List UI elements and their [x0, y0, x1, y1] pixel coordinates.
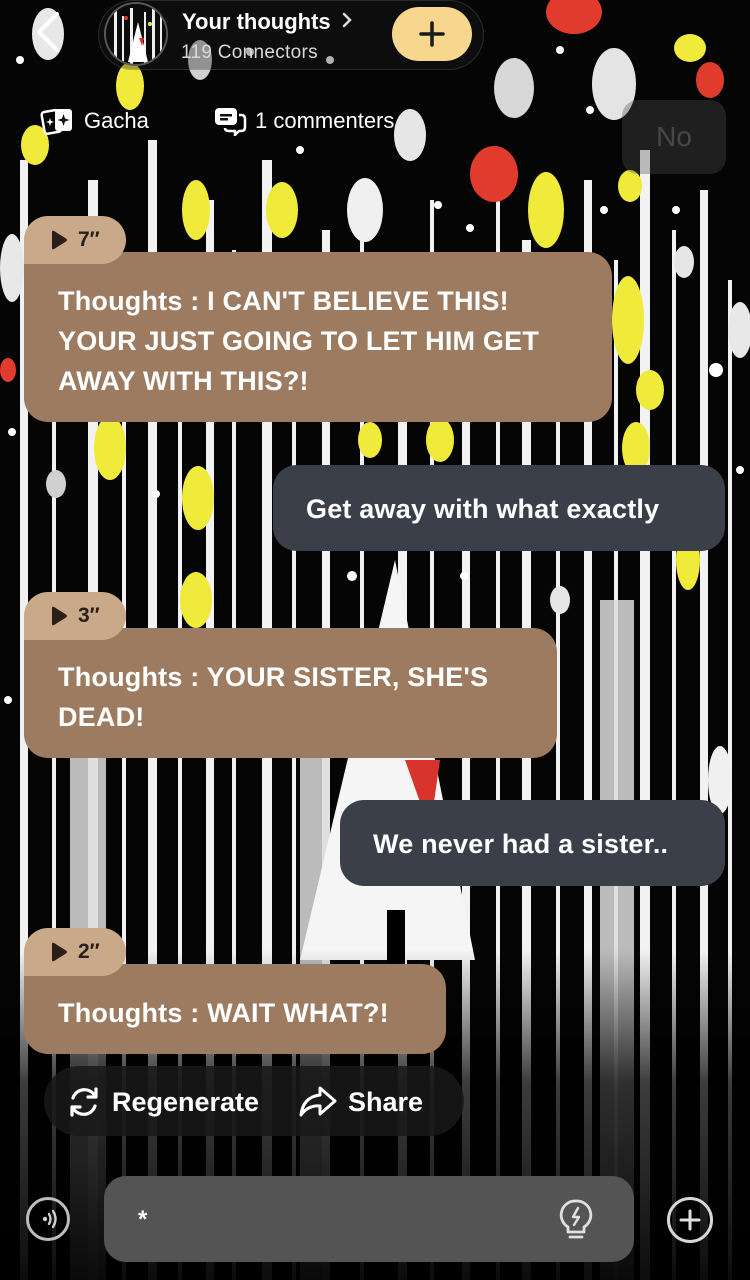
- gacha-cards-icon: [40, 108, 72, 135]
- ai-message-text: Thoughts : YOUR SISTER, SHE'S DEAD!: [58, 662, 489, 732]
- voice-duration-badge[interactable]: 3″: [24, 592, 126, 640]
- message-input-value: *: [138, 1206, 148, 1233]
- commenters-tag[interactable]: 1 commenters: [213, 104, 394, 138]
- character-name: Your thoughts: [182, 9, 331, 34]
- chat-header: Your thoughts 119 Connectors: [0, 0, 750, 80]
- duration-label: 2″: [78, 940, 100, 963]
- regenerate-button[interactable]: Regenerate: [66, 1082, 259, 1122]
- user-message-bubble[interactable]: Get away with what exactly: [273, 465, 725, 551]
- chevron-right-icon: [341, 8, 353, 36]
- lightbulb-icon: [559, 1199, 593, 1239]
- back-button[interactable]: [26, 10, 70, 54]
- user-message-bubble[interactable]: We never had a sister..: [340, 800, 725, 886]
- duration-label: 7″: [78, 228, 100, 251]
- ai-message-bubble[interactable]: Thoughts : WAIT WHAT?!: [24, 964, 446, 1054]
- plus-icon: [419, 21, 445, 47]
- voice-call-button[interactable]: [26, 1197, 70, 1241]
- share-button[interactable]: Share: [298, 1082, 423, 1122]
- ghost-pill-label: No: [656, 121, 692, 152]
- comment-bubbles-icon: [215, 108, 247, 136]
- user-message-text: We never had a sister..: [373, 829, 669, 859]
- faded-ghost-pill: No: [622, 100, 726, 174]
- voice-wave-icon: [42, 1209, 57, 1229]
- voice-duration-badge[interactable]: 2″: [24, 928, 126, 976]
- plus-circle-icon: [679, 1209, 701, 1231]
- refresh-icon: [70, 1087, 98, 1117]
- play-icon: [52, 230, 67, 250]
- duration-label: 3″: [78, 604, 100, 627]
- commenters-label: 1 commenters: [255, 108, 395, 133]
- voice-duration-badge[interactable]: 7″: [24, 216, 126, 264]
- regenerate-label: Regenerate: [112, 1086, 260, 1117]
- share-arrow-icon: [299, 1086, 337, 1117]
- connectors-count: 119 Connectors: [181, 42, 318, 63]
- play-icon: [52, 942, 67, 962]
- gacha-label: Gacha: [84, 108, 149, 133]
- message-input[interactable]: *: [104, 1176, 634, 1262]
- hint-button[interactable]: [554, 1196, 598, 1244]
- ai-message-text: Thoughts : WAIT WHAT?!: [58, 998, 389, 1028]
- share-label: Share: [348, 1086, 424, 1117]
- ai-message-text: Thoughts : I CAN'T BELIEVE THIS! YOUR JU…: [58, 286, 540, 396]
- ai-message-bubble[interactable]: Thoughts : I CAN'T BELIEVE THIS! YOUR JU…: [24, 252, 612, 422]
- add-button[interactable]: [392, 7, 472, 61]
- gacha-tag[interactable]: Gacha: [40, 104, 149, 138]
- play-icon: [52, 606, 67, 626]
- user-message-text: Get away with what exactly: [306, 494, 660, 524]
- chevron-left-icon: [37, 12, 59, 52]
- attach-plus-button[interactable]: [667, 1197, 713, 1243]
- chat-title[interactable]: Your thoughts: [182, 8, 353, 36]
- character-avatar[interactable]: [104, 2, 168, 66]
- ai-message-bubble[interactable]: Thoughts : YOUR SISTER, SHE'S DEAD!: [24, 628, 557, 758]
